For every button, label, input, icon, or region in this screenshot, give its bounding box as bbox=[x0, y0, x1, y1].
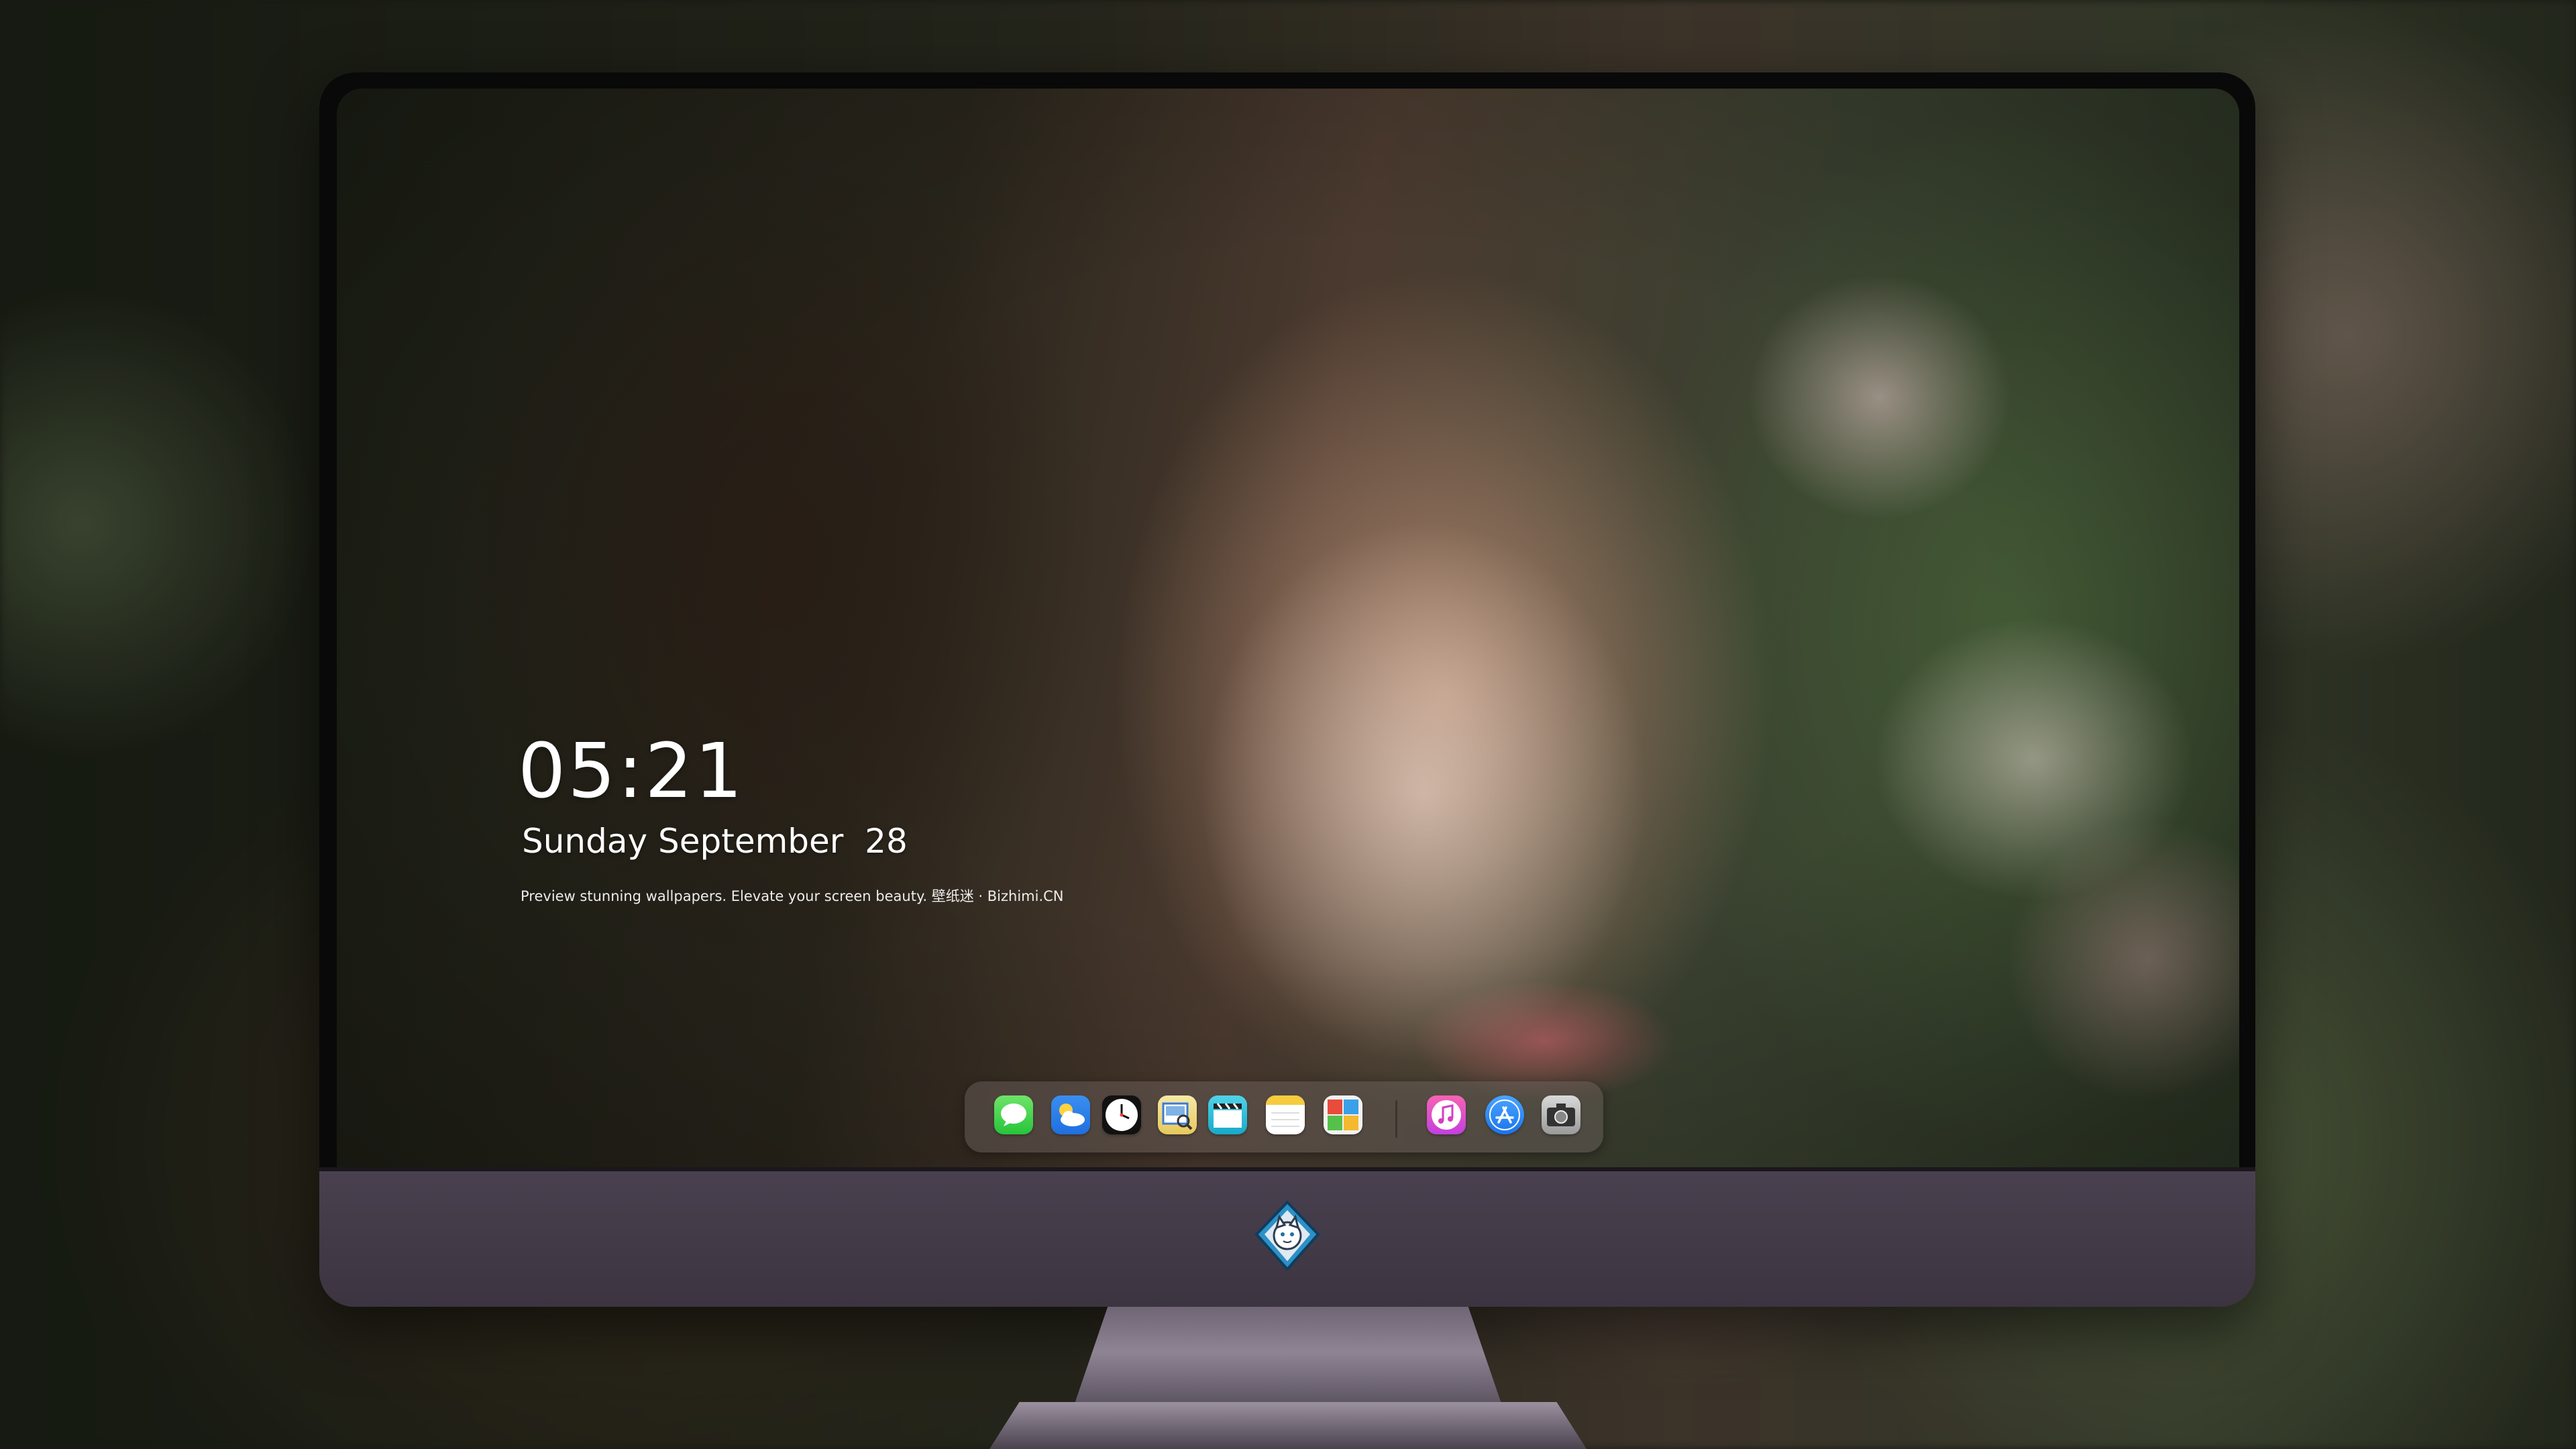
weather-icon[interactable] bbox=[1051, 1095, 1090, 1134]
lock-screen-tagline: Preview stunning wallpapers. Elevate you… bbox=[521, 888, 1064, 904]
notes-icon[interactable] bbox=[1266, 1095, 1305, 1134]
lock-screen-date: Sunday September 28 bbox=[522, 822, 908, 861]
preview-icon[interactable] bbox=[1158, 1095, 1197, 1134]
lock-screen-time: 05:21 bbox=[518, 728, 745, 815]
photo-booth-icon[interactable] bbox=[1324, 1095, 1362, 1134]
screen-wallpaper bbox=[337, 89, 2239, 1226]
clock-icon[interactable] bbox=[1102, 1095, 1141, 1134]
clips-icon[interactable] bbox=[1208, 1095, 1247, 1134]
app-store-icon[interactable] bbox=[1485, 1095, 1524, 1134]
cat-mascot-icon bbox=[1254, 1201, 1320, 1271]
dock-separator bbox=[1395, 1100, 1397, 1138]
monitor-stand-base bbox=[989, 1402, 1587, 1449]
monitor-stand-neck bbox=[1073, 1307, 1503, 1407]
camera-icon[interactable] bbox=[1542, 1095, 1580, 1134]
wallpaper-vignette bbox=[337, 89, 2239, 1226]
music-icon[interactable] bbox=[1427, 1095, 1466, 1134]
messages-icon[interactable] bbox=[994, 1095, 1033, 1134]
chin-divider bbox=[319, 1167, 2255, 1171]
